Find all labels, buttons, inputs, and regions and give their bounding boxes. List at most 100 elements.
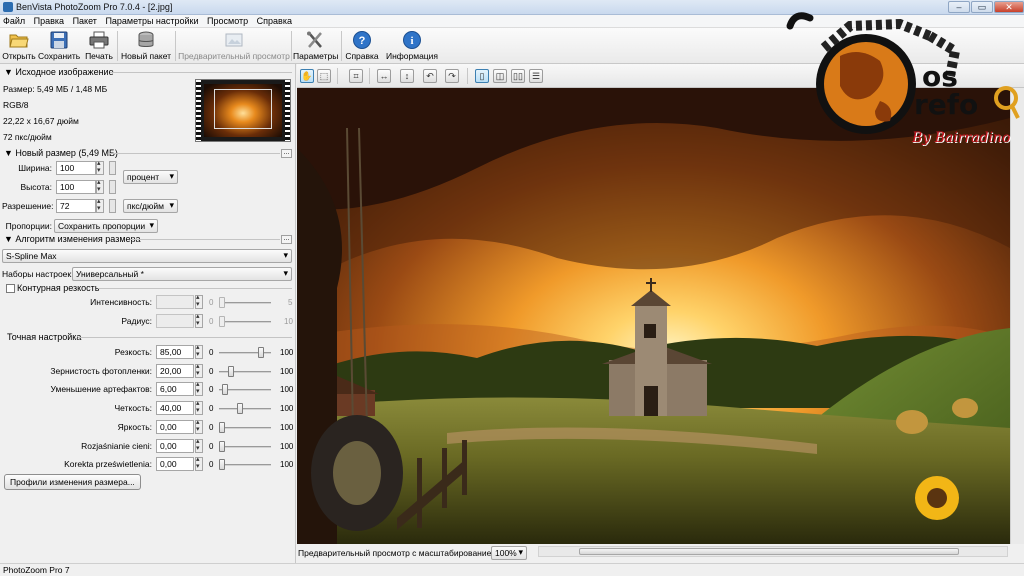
height-input[interactable]: 100 — [56, 180, 96, 194]
fine-slider-thumb[interactable] — [237, 403, 243, 415]
resize-profiles-button[interactable]: Профили изменения размера... — [4, 474, 141, 490]
fine-value-input[interactable]: 6,00 — [156, 382, 194, 397]
menu-settings[interactable]: Параметры настройки — [102, 15, 201, 26]
menu-batch[interactable]: Пакет — [70, 15, 100, 26]
fine-value-input[interactable]: 0,00 — [156, 419, 194, 434]
algorithm-more-button[interactable]: ... — [281, 235, 292, 244]
window-title: BenVista PhotoZoom Pro 7.0.4 - [2.jpg] — [16, 2, 173, 12]
new-size-more-button[interactable]: ... — [281, 149, 292, 158]
fine-spinner[interactable] — [195, 437, 203, 453]
contour-slider-thumb[interactable] — [219, 297, 225, 308]
algorithm-header[interactable]: ▼ Алгоритм изменения размера — [4, 234, 141, 244]
flip-horizontal-button[interactable]: ↔ — [377, 69, 391, 83]
width-spinner[interactable] — [96, 159, 104, 175]
fine-slider-thumb[interactable] — [219, 459, 225, 471]
fine-value-input[interactable]: 20,00 — [156, 363, 194, 378]
menu-help[interactable]: Справка — [254, 15, 295, 26]
zoom-select-tool-button[interactable]: ⬚ — [317, 69, 331, 83]
toolbar-separator — [291, 31, 292, 61]
fine-slider-thumb[interactable] — [258, 347, 264, 358]
horizontal-scroll-thumb[interactable] — [579, 548, 959, 555]
fine-value-input[interactable]: 0,00 — [156, 457, 194, 472]
rotate-right-button[interactable]: ↷ — [445, 69, 459, 83]
crop-tool-button[interactable]: ⌗ — [349, 69, 363, 83]
resolution-link-button[interactable] — [109, 199, 116, 213]
contour-slider-track[interactable] — [219, 321, 271, 323]
fine-value-input[interactable]: 40,00 — [156, 401, 194, 416]
split-view-button[interactable]: ◫ — [493, 69, 507, 83]
flip-vertical-button[interactable]: ↕ — [400, 69, 414, 83]
open-button[interactable]: Открыть — [2, 30, 36, 63]
viewport-frame[interactable] — [214, 89, 272, 129]
preview-canvas[interactable] — [297, 88, 1010, 544]
fine-value-input[interactable]: 85,00 — [156, 345, 194, 359]
resolution-unit-select[interactable]: пкс/дюйм — [123, 199, 178, 213]
contour-value-input[interactable] — [156, 295, 194, 309]
watermark-text: refo — [914, 88, 978, 121]
fine-spinner[interactable] — [195, 455, 203, 472]
height-link-button[interactable] — [109, 180, 116, 194]
info-button[interactable]: i Информация — [385, 30, 439, 63]
stacked-view-button[interactable]: ☰ — [529, 69, 543, 83]
contour-spinner[interactable] — [195, 293, 203, 309]
folder-open-icon — [9, 34, 29, 48]
fine-max-label: 100 — [280, 385, 294, 395]
presets-select[interactable]: Универсальный * — [72, 267, 292, 281]
fine-slider-thumb[interactable] — [222, 384, 228, 396]
fine-spinner[interactable] — [195, 380, 203, 397]
menu-edit[interactable]: Правка — [31, 15, 67, 26]
fine-spinner[interactable] — [195, 418, 203, 434]
resolution-input[interactable]: 72 — [56, 199, 96, 213]
rotate-left-button[interactable]: ↶ — [423, 69, 437, 83]
side-by-side-view-button[interactable]: ▯▯ — [511, 69, 525, 83]
vertical-scrollbar[interactable] — [1010, 88, 1024, 544]
fine-tuning-header: Точная настройка — [7, 332, 82, 342]
fine-label: Резкость: — [114, 347, 152, 357]
help-button[interactable]: ? Справка — [344, 30, 380, 63]
fine-slider-track[interactable] — [219, 426, 271, 429]
fine-spinner[interactable] — [195, 343, 203, 359]
source-thumbnail[interactable] — [195, 79, 291, 142]
fine-slider-track[interactable] — [219, 464, 271, 467]
fine-slider-track[interactable] — [219, 445, 271, 448]
width-link-button[interactable] — [109, 161, 116, 175]
save-button[interactable]: Сохранить — [38, 30, 80, 63]
contour-slider-thumb[interactable] — [219, 316, 225, 327]
height-label: Высота: — [20, 182, 52, 192]
contour-spinner[interactable] — [195, 312, 203, 328]
menu-file[interactable]: Файл — [0, 15, 28, 26]
horizontal-scrollbar[interactable] — [538, 546, 1008, 557]
contour-sharpness-checkbox[interactable] — [6, 284, 15, 293]
height-spinner[interactable] — [96, 178, 104, 194]
new-size-header[interactable]: ▼ Новый размер (5,49 МБ) — [4, 148, 118, 158]
size-unit-select[interactable]: процент — [123, 170, 178, 184]
print-button[interactable]: Печать — [83, 30, 115, 63]
fine-slider-thumb[interactable] — [228, 365, 234, 377]
new-batch-button[interactable]: Новый пакет — [119, 30, 173, 63]
source-image-header[interactable]: ▼ Исходное изображение — [4, 67, 114, 77]
zoom-select[interactable]: 100% — [491, 546, 527, 560]
fine-min-label: 0 — [209, 385, 214, 395]
film-sprockets — [196, 80, 201, 141]
hand-tool-button[interactable]: ✋ — [300, 69, 314, 83]
fine-slider-thumb[interactable] — [219, 440, 225, 452]
width-input[interactable]: 100 — [56, 161, 96, 175]
fine-slider-thumb[interactable] — [219, 421, 225, 433]
fine-spinner[interactable] — [195, 362, 203, 378]
fine-slider-track[interactable] — [219, 408, 271, 411]
fine-value-input[interactable]: 0,00 — [156, 438, 194, 453]
zoom-preview-label: Предварительный просмотр с масштабирован… — [298, 548, 500, 558]
parameters-button[interactable]: Параметры — [293, 30, 338, 63]
contour-value-input[interactable] — [156, 314, 194, 328]
single-view-button[interactable]: ▯ — [475, 69, 489, 83]
fine-spinner[interactable] — [195, 399, 203, 416]
fine-label: Четкость: — [114, 403, 152, 414]
fine-slider-track[interactable] — [219, 370, 271, 373]
contour-label: Радиус: — [121, 316, 152, 326]
preview-button[interactable]: Предварительный просмотр — [178, 30, 290, 63]
algorithm-select[interactable]: S-Spline Max — [2, 249, 292, 263]
resolution-spinner[interactable] — [96, 197, 104, 213]
contour-slider-track[interactable] — [219, 302, 271, 304]
menu-view[interactable]: Просмотр — [204, 15, 251, 26]
proportions-select[interactable]: Сохранить пропорции — [54, 219, 158, 233]
